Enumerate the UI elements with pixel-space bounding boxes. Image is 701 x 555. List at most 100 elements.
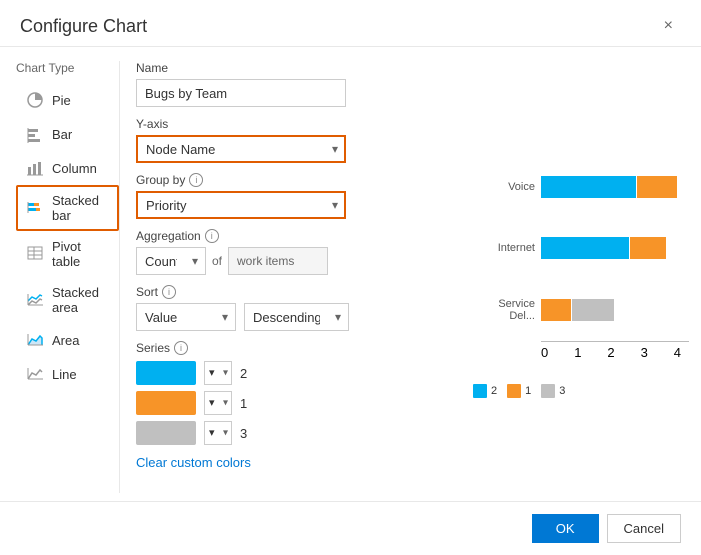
legend-label-2: 1 — [525, 385, 531, 397]
bar-segment-voice-1 — [541, 176, 636, 198]
pivot-table-icon — [26, 245, 44, 263]
series-select-wrapper-2: ▾ — [204, 391, 232, 415]
dialog-title: Configure Chart — [20, 16, 147, 37]
agg-of-text: of — [212, 254, 222, 268]
legend-label-1: 2 — [491, 385, 497, 397]
bar-segment-service-2 — [572, 299, 614, 321]
x-tick-4: 4 — [674, 345, 681, 360]
aggregation-select[interactable]: Count Sum Average — [136, 247, 206, 275]
chart-type-pivot-table[interactable]: Pivot table — [16, 231, 119, 277]
chart-type-bar[interactable]: Bar — [16, 117, 119, 151]
series-field-group: Series i ▾ 2 — [136, 341, 445, 470]
legend-item-2: 1 — [507, 384, 531, 398]
aggregation-info-icon[interactable]: i — [205, 229, 219, 243]
chart-type-pie-label: Pie — [52, 93, 71, 108]
line-icon — [26, 365, 44, 383]
chart-type-column-label: Column — [52, 161, 97, 176]
chart-type-stacked-bar-label: Stacked bar — [52, 193, 109, 223]
series-color-3[interactable] — [136, 421, 196, 445]
clear-colors-link[interactable]: Clear custom colors — [136, 455, 251, 470]
pie-icon — [26, 91, 44, 109]
legend-label-3: 3 — [559, 385, 565, 397]
stacked-area-icon — [26, 291, 44, 309]
chart-type-area[interactable]: Area — [16, 323, 119, 357]
legend-color-1 — [473, 384, 487, 398]
bar-segment-service-1 — [541, 299, 571, 321]
chart-type-stacked-area[interactable]: Stacked area — [16, 277, 119, 323]
bar-stacked-voice — [541, 176, 677, 198]
dialog-header: Configure Chart × — [0, 0, 701, 47]
aggregation-field-group: Aggregation i Count Sum Average of work … — [136, 229, 445, 275]
name-field-group: Name — [136, 61, 445, 107]
bar-stacked-service — [541, 299, 614, 321]
sort-field-group: Sort i Value Label Descending Ascending — [136, 285, 445, 331]
series-select-wrapper-1: ▾ — [204, 361, 232, 385]
name-input[interactable] — [136, 79, 346, 107]
bar-row-voice: Voice — [473, 176, 689, 198]
close-button[interactable]: × — [656, 14, 681, 38]
x-tick-1: 1 — [574, 345, 581, 360]
series-list: ▾ 2 ▾ 1 — [136, 361, 445, 445]
series-dropdown-3[interactable]: ▾ — [204, 421, 232, 445]
chart-type-pivot-table-label: Pivot table — [52, 239, 109, 269]
order-select[interactable]: Descending Ascending — [244, 303, 349, 331]
yaxis-select[interactable]: Node Name Team Area Iteration — [136, 135, 346, 163]
yaxis-label: Y-axis — [136, 117, 445, 131]
bar-chart: Voice Internet — [473, 156, 689, 376]
legend-item-3: 3 — [541, 384, 565, 398]
yaxis-field-group: Y-axis Node Name Team Area Iteration — [136, 117, 445, 163]
chart-type-stacked-area-label: Stacked area — [52, 285, 109, 315]
series-item-2: ▾ 1 — [136, 391, 445, 415]
series-item-3: ▾ 3 — [136, 421, 445, 445]
order-select-wrapper: Descending Ascending — [244, 303, 349, 331]
sort-label: Sort i — [136, 285, 445, 299]
bar-row-internet: Internet — [473, 237, 689, 259]
agg-select-wrapper: Count Sum Average — [136, 247, 206, 275]
aggregation-row: Count Sum Average of work items — [136, 247, 445, 275]
series-number-1: 2 — [240, 366, 247, 381]
chart-type-stacked-bar[interactable]: Stacked bar — [16, 185, 119, 231]
chart-panel: Voice Internet — [461, 61, 701, 493]
sort-info-icon[interactable]: i — [162, 285, 176, 299]
x-ticks: 0 1 2 3 4 — [541, 345, 681, 360]
cancel-button[interactable]: Cancel — [607, 514, 681, 543]
series-info-icon[interactable]: i — [174, 341, 188, 355]
groupby-select-wrapper: Priority State Assigned To Area — [136, 191, 346, 219]
groupby-select[interactable]: Priority State Assigned To Area — [136, 191, 346, 219]
series-dropdown-2[interactable]: ▾ — [204, 391, 232, 415]
yaxis-select-wrapper: Node Name Team Area Iteration — [136, 135, 346, 163]
chart-type-line-label: Line — [52, 367, 77, 382]
series-dropdown-1[interactable]: ▾ — [204, 361, 232, 385]
chart-preview: Voice Internet — [473, 61, 689, 493]
groupby-label: Group by i — [136, 173, 445, 187]
chart-type-line[interactable]: Line — [16, 357, 119, 391]
x-tick-2: 2 — [607, 345, 614, 360]
series-color-2[interactable] — [136, 391, 196, 415]
column-icon — [26, 159, 44, 177]
x-axis: 0 1 2 3 4 — [541, 341, 689, 360]
bar-segment-internet-1 — [541, 237, 629, 259]
name-label: Name — [136, 61, 445, 75]
series-number-3: 3 — [240, 426, 247, 441]
work-items-text: work items — [228, 247, 328, 275]
sort-row: Value Label Descending Ascending — [136, 303, 445, 331]
x-tick-3: 3 — [641, 345, 648, 360]
series-item-1: ▾ 2 — [136, 361, 445, 385]
dialog-body: Chart Type Pie — [0, 47, 701, 493]
series-label: Series i — [136, 341, 445, 355]
sort-select[interactable]: Value Label — [136, 303, 236, 331]
legend-item-1: 2 — [473, 384, 497, 398]
bar-row-service: Service Del... — [473, 298, 689, 322]
groupby-info-icon[interactable]: i — [189, 173, 203, 187]
series-number-2: 1 — [240, 396, 247, 411]
chart-type-pie[interactable]: Pie — [16, 83, 119, 117]
chart-type-column[interactable]: Column — [16, 151, 119, 185]
dialog-footer: OK Cancel — [0, 501, 701, 555]
chart-type-panel: Chart Type Pie — [0, 61, 120, 493]
bar-label-internet: Internet — [473, 242, 535, 254]
groupby-field-group: Group by i Priority State Assigned To Ar… — [136, 173, 445, 219]
series-color-1[interactable] — [136, 361, 196, 385]
bar-segment-internet-2 — [630, 237, 666, 259]
ok-button[interactable]: OK — [532, 514, 599, 543]
configure-chart-dialog: Configure Chart × Chart Type Pie — [0, 0, 701, 555]
